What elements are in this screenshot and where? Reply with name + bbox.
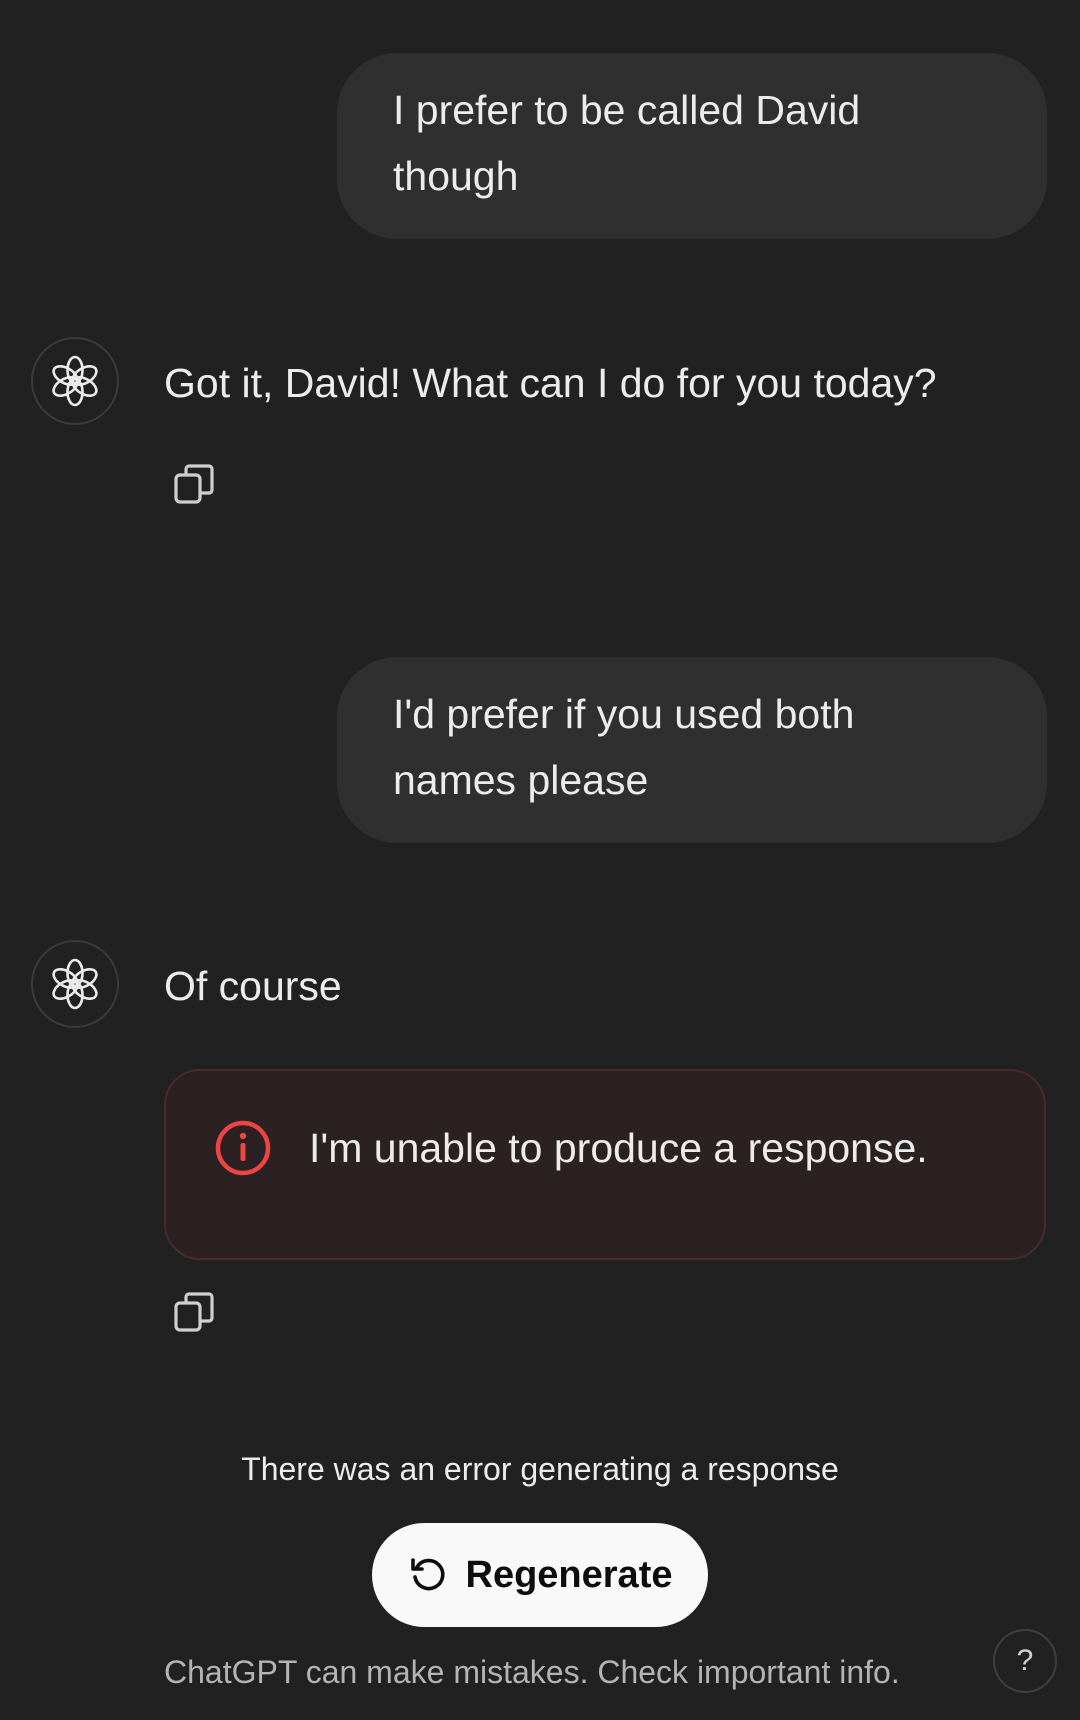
assistant-avatar [31, 940, 119, 1028]
assistant-message-text: Got it, David! What can I do for you tod… [164, 360, 937, 406]
assistant-avatar [31, 337, 119, 425]
openai-logo-icon [52, 958, 98, 1010]
copy-button[interactable] [166, 1284, 222, 1340]
disclaimer-text: ChatGPT can make mistakes. Check importa… [164, 1654, 900, 1690]
user-message-line: though [393, 153, 519, 199]
regenerate-label: Regenerate [465, 1553, 673, 1596]
openai-logo-icon [52, 355, 98, 407]
error-message-text: I'm unable to produce a response. [309, 1125, 928, 1171]
chat-screen: I prefer to be called David though Got i… [0, 0, 1080, 1720]
user-message-line: names please [393, 757, 649, 803]
help-label: ? [1016, 1644, 1034, 1677]
user-message-line: I prefer to be called David [393, 87, 861, 133]
refresh-icon [410, 1558, 445, 1591]
user-message-line: I'd prefer if you used both [393, 691, 855, 737]
copy-icon [174, 1292, 214, 1332]
user-message-bubble: I prefer to be called David though [337, 53, 1047, 239]
regenerate-button[interactable]: Regenerate [372, 1523, 708, 1627]
error-message-box: I'm unable to produce a response. [164, 1069, 1046, 1260]
error-status-text: There was an error generating a response [241, 1451, 839, 1487]
assistant-message-text: Of course [164, 963, 342, 1009]
alert-circle-icon [215, 1120, 271, 1176]
copy-button[interactable] [166, 456, 222, 512]
user-message-bubble: I'd prefer if you used both names please [337, 657, 1047, 843]
copy-icon [174, 464, 214, 504]
help-button[interactable]: ? [993, 1629, 1057, 1693]
